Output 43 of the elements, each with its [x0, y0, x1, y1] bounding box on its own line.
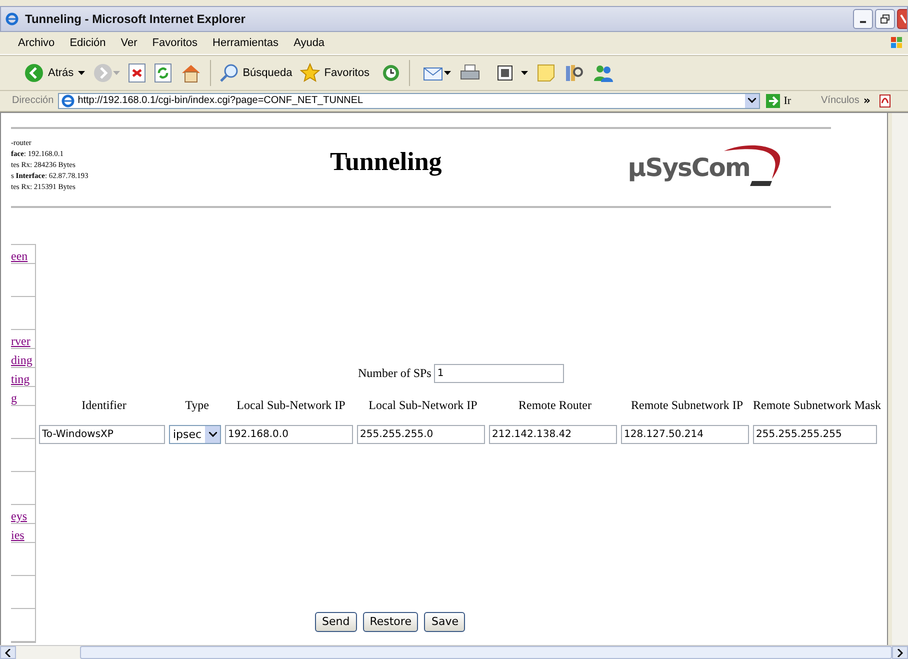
column-header: Identifier — [80, 398, 128, 412]
links-chevron[interactable]: » — [863, 94, 870, 108]
column-header: Remote Subnetwork IP — [630, 398, 744, 412]
address-field[interactable]: http://192.168.0.1/cgi-bin/index.cgi?page=CONF_NET_TUNNEL — [58, 92, 760, 109]
menu-item[interactable]: Ver — [120, 36, 138, 49]
table-input-field[interactable]: 128.127.50.214 — [621, 424, 749, 444]
menu-item[interactable]: Edición — [70, 36, 106, 49]
sidebar-link[interactable]: ting — [11, 372, 30, 386]
column-header: Local Sub-Network IP — [368, 398, 478, 412]
table-input-field[interactable]: To-WindowsXP — [39, 424, 165, 444]
form-button[interactable]: Send — [315, 612, 357, 632]
sidebar-link[interactable]: ding — [11, 352, 32, 367]
column-header: Remote Subnetwork Mask — [753, 398, 881, 412]
menu-item[interactable]: Favoritos — [152, 36, 198, 49]
menu-item[interactable]: Archivo — [18, 36, 55, 49]
form-button[interactable]: Save — [424, 612, 466, 632]
sidebar-link[interactable]: ies — [11, 528, 24, 542]
table-input-field[interactable]: 192.168.0.0 — [225, 424, 353, 444]
favorites-button[interactable]: Favoritos — [296, 62, 374, 83]
links-label[interactable]: Vínculos — [821, 95, 860, 106]
window-title: Tunneling - Microsoft Internet Explorer — [25, 12, 246, 26]
sp-count-label: Number of SPs — [358, 366, 432, 381]
back-button[interactable]: Atrás — [20, 62, 78, 83]
sidebar-link[interactable]: g — [11, 390, 17, 405]
sidebar-link[interactable]: een — [11, 248, 28, 263]
table-input-field[interactable]: 212.142.138.42 — [489, 424, 617, 444]
column-header: Type — [184, 398, 210, 412]
go-button[interactable]: Ir — [760, 94, 798, 108]
search-button[interactable]: Búsqueda — [214, 62, 296, 83]
table-input-field[interactable]: 255.255.255.255 — [753, 424, 877, 444]
table-input-field[interactable]: 255.255.255.0 — [357, 424, 485, 444]
column-header: Local Sub-Network IP — [236, 398, 346, 412]
page-title: Tunneling — [330, 147, 442, 178]
menu-item[interactable]: Herramientas — [212, 36, 279, 49]
sidebar-link[interactable]: rver — [11, 334, 30, 348]
menu-item[interactable]: Ayuda — [294, 36, 325, 49]
address-label: Dirección — [12, 95, 54, 106]
sp-count-field[interactable]: 1 — [434, 364, 564, 383]
column-header: Remote Router — [518, 398, 592, 412]
type-select[interactable]: ipsec — [169, 424, 221, 444]
form-button[interactable]: Restore — [362, 612, 418, 632]
sidebar-link[interactable]: eys — [11, 508, 27, 523]
company-logo: µSysCom — [628, 143, 778, 192]
